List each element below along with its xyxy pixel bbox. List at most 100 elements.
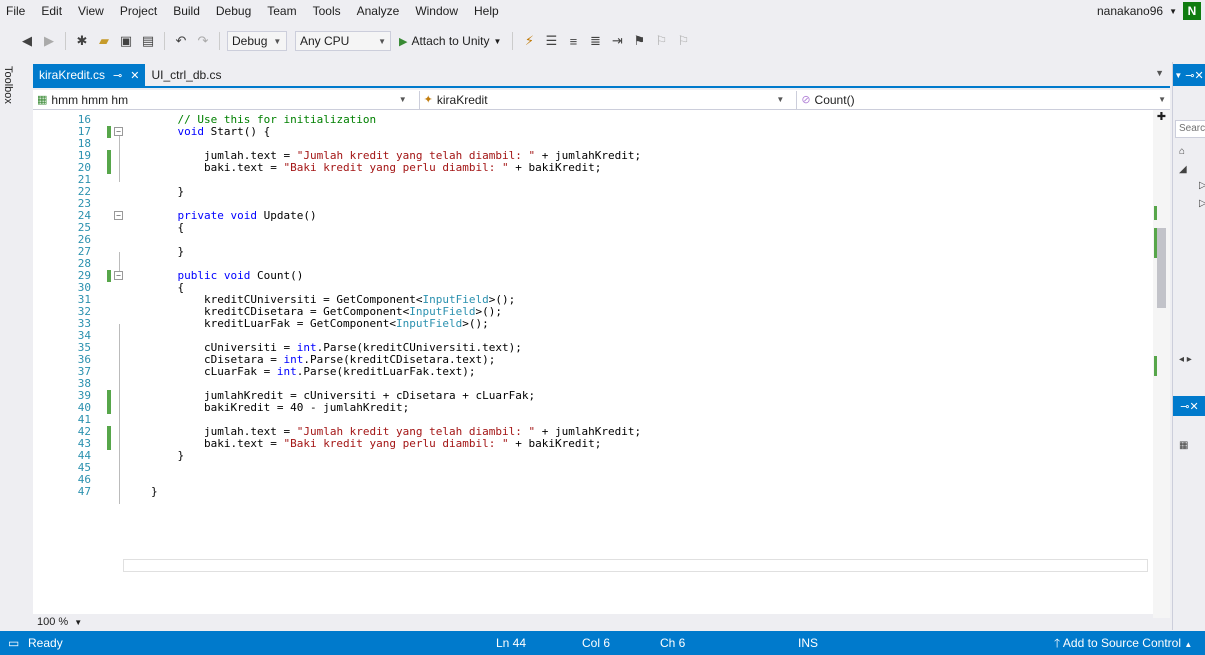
chevron-down-icon[interactable]: ▼	[494, 37, 502, 46]
undo-icon[interactable]: ↶	[172, 32, 190, 50]
pin-icon[interactable]: ⊸	[113, 69, 122, 82]
align-icon[interactable]: ☰	[542, 32, 560, 50]
code-line[interactable]: 37 cLuarFak = int.Parse(kreditLuarFak.te…	[33, 366, 1153, 378]
document-tabs: kiraKredit.cs ⊸ ✕ UI_ctrl_db.cs ▼	[33, 64, 1170, 88]
code-line[interactable]: 17− void Start() {	[33, 126, 1153, 138]
back-icon[interactable]: ◀	[18, 32, 36, 50]
code-line[interactable]: 22 }	[33, 186, 1153, 198]
scrollbar-thumb[interactable]	[1157, 228, 1166, 308]
menu-bar: File Edit View Project Build Debug Team …	[0, 0, 1205, 22]
code-line[interactable]: 43 baki.text = "Baki kredit yang perlu d…	[33, 438, 1153, 450]
close-icon[interactable]: ✕	[1190, 400, 1199, 413]
chevron-down-icon[interactable]: ▼	[1169, 7, 1177, 16]
pin-icon[interactable]: ⊸	[1185, 69, 1194, 82]
next-bookmark-icon[interactable]: ⚐	[652, 32, 670, 50]
code-line[interactable]: 29− public void Count()	[33, 270, 1153, 282]
configuration-dropdown[interactable]: Debug ▼	[227, 31, 287, 51]
member-dropdown[interactable]: ⊘ Count() ▼	[796, 90, 1170, 109]
menu-analyze[interactable]: Analyze	[349, 0, 408, 22]
status-bar: ▭ Ready Ln 44 Col 6 Ch 6 INS 🡑 Add to So…	[0, 631, 1205, 655]
change-indicator	[107, 402, 111, 414]
chevron-down-icon: ▼	[398, 95, 407, 104]
comment-icon[interactable]: ≡	[564, 32, 582, 50]
attach-to-unity-button[interactable]: ▶ Attach to Unity ▼	[395, 34, 505, 48]
status-icon: ▭	[8, 636, 20, 650]
home-icon[interactable]: ⌂	[1179, 146, 1185, 157]
chevron-down-icon: ▼	[273, 36, 282, 46]
expand-icon[interactable]: ◢	[1179, 164, 1187, 175]
chevron-down-icon: ▼	[1158, 95, 1166, 104]
pin-icon[interactable]: ⊸	[1180, 400, 1189, 413]
source-control-label: Add to Source Control	[1062, 636, 1181, 650]
menu-edit[interactable]: Edit	[33, 0, 70, 22]
close-icon[interactable]: ✕	[1194, 69, 1203, 82]
code-line[interactable]: 24− private void Update()	[33, 210, 1153, 222]
menu-view[interactable]: View	[70, 0, 112, 22]
scroll-arrows-icon[interactable]: ◂ ▸	[1179, 354, 1192, 365]
collapse-icon[interactable]: −	[114, 211, 123, 220]
class-dropdown[interactable]: ✦ kiraKredit ▼	[418, 90, 789, 109]
add-to-source-control-button[interactable]: 🡑 Add to Source Control ▲	[1054, 631, 1192, 655]
code-line[interactable]: 25 {	[33, 222, 1153, 234]
menu-debug[interactable]: Debug	[208, 0, 259, 22]
code-line[interactable]: 44 }	[33, 450, 1153, 462]
prev-bookmark-icon[interactable]: ⚐	[674, 32, 692, 50]
platform-dropdown[interactable]: Any CPU ▼	[295, 31, 391, 51]
code-line[interactable]: 27 }	[33, 246, 1153, 258]
collapse-icon[interactable]: −	[114, 127, 123, 136]
change-marker	[1154, 356, 1157, 376]
editor-scrollbar[interactable]	[1153, 110, 1170, 618]
code-line[interactable]: 45	[33, 462, 1153, 474]
user-account[interactable]: nanakano96 ▼ N	[1097, 0, 1201, 22]
hot-reload-icon[interactable]: ⚡	[520, 32, 538, 50]
panel-header: ▼ ⊸ ✕	[1173, 64, 1205, 86]
code-line[interactable]: 26	[33, 234, 1153, 246]
search-input[interactable]: Searc	[1175, 120, 1205, 138]
menu-project[interactable]: Project	[112, 0, 165, 22]
close-icon[interactable]: ✕	[130, 69, 139, 82]
tab-kirakredit[interactable]: kiraKredit.cs ⊸ ✕	[33, 64, 146, 86]
menu-help[interactable]: Help	[466, 0, 507, 22]
play-icon: ▶	[399, 35, 408, 48]
forward-icon[interactable]: ▶	[40, 32, 58, 50]
code-line[interactable]: 47}	[33, 486, 1153, 498]
configuration-value: Debug	[232, 34, 268, 48]
menu-window[interactable]: Window	[407, 0, 466, 22]
code-editor[interactable]: 16 // Use this for initialization 17− voi…	[33, 110, 1170, 618]
properties-icon[interactable]: ▦	[1179, 440, 1188, 451]
menu-build[interactable]: Build	[165, 0, 208, 22]
split-editor-icon[interactable]: ✚	[1153, 110, 1170, 124]
open-folder-icon[interactable]: ▰	[95, 32, 113, 50]
code-line[interactable]: 46	[33, 474, 1153, 486]
indent-icon[interactable]: ⇥	[608, 32, 626, 50]
menu-team[interactable]: Team	[259, 0, 304, 22]
redo-icon[interactable]: ↷	[194, 32, 212, 50]
code-line[interactable]: 40 bakiKredit = 40 - jumlahKredit;	[33, 402, 1153, 414]
tab-label: UI_ctrl_db.cs	[151, 68, 222, 82]
save-all-icon[interactable]: ▤	[139, 32, 157, 50]
tree-node-icon[interactable]: ▷	[1199, 198, 1205, 209]
code-text: baki.text = "Baki kredit yang perlu diam…	[151, 437, 602, 450]
save-icon[interactable]: ▣	[117, 32, 135, 50]
zoom-level[interactable]: 100 %	[37, 616, 68, 628]
chevron-down-icon[interactable]: ▼	[74, 618, 82, 627]
tree-node-icon[interactable]: ▷	[1199, 180, 1205, 191]
uncomment-icon[interactable]: ≣	[586, 32, 604, 50]
menu-file[interactable]: File	[0, 0, 33, 22]
current-line-highlight	[123, 559, 1148, 572]
chevron-down-icon: ▼	[378, 36, 386, 46]
tabs-dropdown-icon[interactable]: ▼	[1155, 68, 1164, 78]
collapse-icon[interactable]: −	[114, 271, 123, 280]
bookmark-icon[interactable]: ⚑	[630, 32, 648, 50]
dropdown-icon[interactable]: ▼	[1174, 71, 1182, 80]
project-dropdown[interactable]: ▦ hmm hmm hm ▼	[33, 91, 411, 109]
code-line[interactable]: 33 kreditLuarFak = GetComponent<InputFie…	[33, 318, 1153, 330]
avatar[interactable]: N	[1183, 2, 1201, 20]
menu-tools[interactable]: Tools	[305, 0, 349, 22]
code-line[interactable]: 21	[33, 174, 1153, 186]
user-name[interactable]: nanakano96	[1097, 4, 1163, 18]
new-project-icon[interactable]: ✱	[73, 32, 91, 50]
toolbox-tab[interactable]: Toolbox	[0, 62, 16, 122]
tab-ui-ctrl-db[interactable]: UI_ctrl_db.cs	[145, 64, 227, 86]
code-line[interactable]: 20 baki.text = "Baki kredit yang perlu d…	[33, 162, 1153, 174]
